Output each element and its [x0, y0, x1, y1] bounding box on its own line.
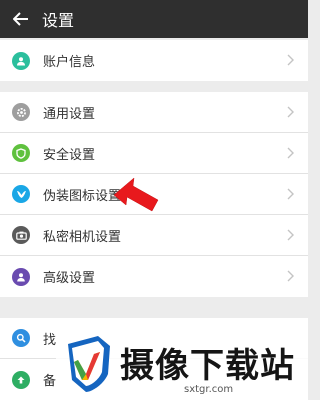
watermark-logo	[68, 336, 110, 392]
watermark-url: sxtgr.com	[184, 384, 234, 395]
back-arrow-icon	[13, 12, 28, 26]
shield-icon	[12, 144, 30, 162]
settings-item-label: 备	[43, 374, 57, 389]
settings-item-disguise-icon[interactable]: 伪装图标设置	[0, 174, 308, 215]
app-header: 设置	[0, 0, 308, 38]
settings-item-account[interactable]: 账户信息	[0, 40, 308, 81]
advanced-icon	[12, 267, 30, 286]
settings-item-label: 高级设置	[43, 271, 96, 286]
chevron-right-icon	[287, 229, 294, 241]
main-settings-group: 通用设置 安全设置 伪装图标设置 私密相机设置 高级设置	[0, 92, 308, 297]
settings-item-label: 通用设置	[43, 106, 96, 122]
settings-item-label: 安全设置	[43, 147, 96, 163]
gear-icon	[12, 103, 30, 121]
settings-item-label: 私密相机设置	[43, 229, 122, 245]
chevron-right-icon	[287, 147, 294, 159]
watermark-title: 摄像下载站	[120, 346, 295, 386]
settings-item-label: 账户信息	[43, 55, 96, 70]
page-title: 设置	[42, 11, 75, 30]
watermark-overlay: 摄像下载站 sxtgr.com	[56, 328, 308, 400]
backup-icon	[12, 370, 30, 389]
chevron-right-icon	[287, 54, 294, 66]
search-icon	[12, 329, 30, 347]
account-icon	[12, 51, 30, 70]
disguise-icon	[12, 185, 30, 203]
settings-item-security[interactable]: 安全设置	[0, 133, 308, 174]
chevron-right-icon	[287, 270, 294, 282]
account-group: 账户信息	[0, 40, 308, 81]
chevron-right-icon	[287, 106, 294, 118]
back-button[interactable]	[0, 0, 42, 38]
settings-item-label: 伪装图标设置	[43, 188, 122, 204]
chevron-right-icon	[287, 188, 294, 200]
settings-item-advanced[interactable]: 高级设置	[0, 256, 308, 297]
camera-icon	[12, 226, 30, 244]
settings-item-private-camera[interactable]: 私密相机设置	[0, 215, 308, 256]
settings-item-label: 找	[43, 332, 57, 348]
settings-item-general[interactable]: 通用设置	[0, 92, 308, 133]
